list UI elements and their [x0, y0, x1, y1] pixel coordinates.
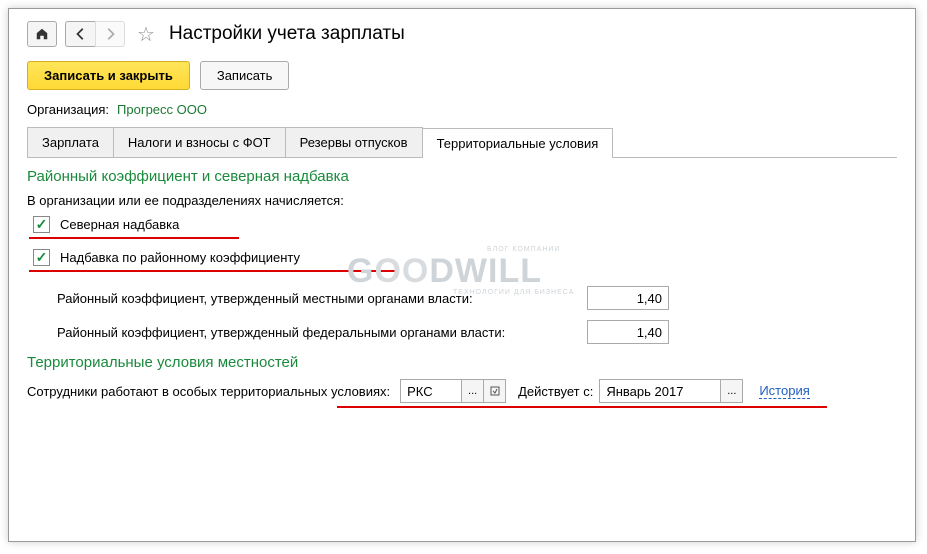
section1-sublabel: В организации или ее подразделениях начи…: [27, 193, 897, 208]
save-button[interactable]: Записать: [200, 61, 290, 90]
territorial-row: Сотрудники работают в особых территориал…: [27, 379, 897, 403]
tab-reserves[interactable]: Резервы отпусков: [285, 127, 423, 157]
open-icon: [490, 386, 500, 396]
territory-select-button[interactable]: ...: [461, 380, 483, 402]
checkbox-north-bonus[interactable]: ✓: [33, 216, 50, 233]
coefficient-federal-row: Районный коэффициент, утвержденный федер…: [57, 320, 897, 344]
header-row: ☆ Настройки учета зарплаты: [27, 21, 897, 47]
territory-open-button[interactable]: [483, 380, 505, 402]
arrow-right-icon: [103, 27, 117, 41]
arrow-left-icon: [74, 27, 88, 41]
territory-input[interactable]: [401, 380, 461, 402]
nav-forward-button[interactable]: [95, 21, 125, 47]
checkbox-regional-coef[interactable]: ✓: [33, 249, 50, 266]
section-territorial-conditions: Территориальные условия местностей Сотру…: [27, 354, 897, 408]
checkbox-row-regional: ✓ Надбавка по районному коэффициенту: [33, 249, 897, 266]
effective-from-label: Действует с:: [518, 384, 593, 399]
tab-territorial[interactable]: Территориальные условия: [422, 128, 614, 158]
coef-local-input[interactable]: [587, 286, 669, 310]
coef-local-label: Районный коэффициент, утвержденный местн…: [57, 291, 587, 306]
highlight-underline-3: [337, 406, 827, 408]
tab-taxes[interactable]: Налоги и взносы с ФОТ: [113, 127, 286, 157]
coefficient-local-row: Районный коэффициент, утвержденный местн…: [57, 286, 897, 310]
effective-date-select-button[interactable]: ...: [720, 380, 742, 402]
organization-row: Организация: Прогресс ООО: [27, 102, 897, 117]
organization-label: Организация:: [27, 102, 109, 117]
page-title: Настройки учета зарплаты: [169, 23, 405, 45]
effective-date-combo: ...: [599, 379, 743, 403]
action-row: Записать и закрыть Записать: [27, 61, 897, 90]
save-and-close-button[interactable]: Записать и закрыть: [27, 61, 190, 90]
organization-value[interactable]: Прогресс ООО: [117, 102, 207, 117]
section-regional-coefficient: Районный коэффициент и северная надбавка…: [27, 168, 897, 344]
checkbox-north-label: Северная надбавка: [60, 217, 179, 232]
highlight-underline-2: [29, 270, 399, 272]
checkbox-regional-label: Надбавка по районному коэффициенту: [60, 250, 300, 265]
effective-date-input[interactable]: [600, 380, 720, 402]
highlight-underline-1: [29, 237, 239, 239]
settings-window: ☆ Настройки учета зарплаты Записать и за…: [8, 8, 916, 542]
history-link[interactable]: История: [759, 383, 809, 399]
tabs: Зарплата Налоги и взносы с ФОТ Резервы о…: [27, 127, 897, 158]
territory-combo: ...: [400, 379, 506, 403]
checkbox-row-north: ✓ Северная надбавка: [33, 216, 897, 233]
section-title-1: Районный коэффициент и северная надбавка: [27, 168, 897, 185]
section-title-2: Территориальные условия местностей: [27, 354, 897, 371]
favorite-star-icon[interactable]: ☆: [137, 22, 155, 47]
territorial-label: Сотрудники работают в особых территориал…: [27, 384, 390, 399]
tab-salary[interactable]: Зарплата: [27, 127, 114, 157]
home-button[interactable]: [27, 21, 57, 47]
nav-back-button[interactable]: [65, 21, 95, 47]
coef-federal-label: Районный коэффициент, утвержденный федер…: [57, 325, 587, 340]
home-icon: [35, 27, 49, 41]
coef-federal-input[interactable]: [587, 320, 669, 344]
